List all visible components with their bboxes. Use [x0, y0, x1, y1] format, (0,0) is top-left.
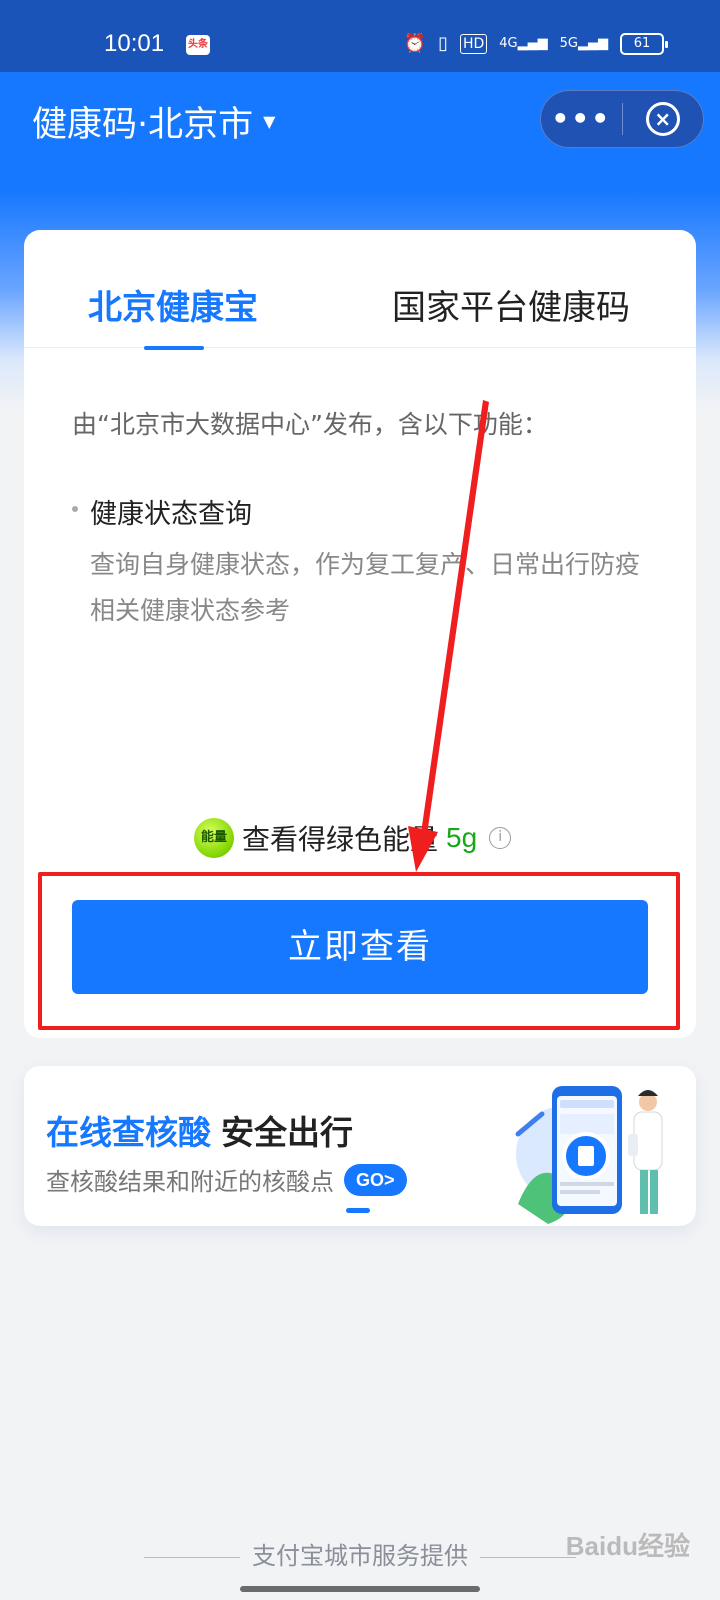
close-icon: ×: [645, 102, 680, 136]
tab-beijing-jiankangbao[interactable]: 北京健康宝: [88, 280, 258, 329]
banner-title: 在线查核酸 安全出行: [46, 1106, 353, 1154]
bullet-dot: [72, 506, 78, 512]
banner-subtitle-row: 查核酸结果和附近的核酸点 GO>: [46, 1162, 407, 1197]
view-now-button[interactable]: 立即查看: [72, 900, 648, 994]
alarm-icon: ⏰: [403, 33, 427, 54]
page-title: 健康码·北京市: [32, 105, 254, 145]
hd-icon: HD: [459, 34, 488, 54]
vibrate-icon: ▯: [438, 33, 448, 54]
footer-line-right: [479, 1556, 576, 1558]
tab-national-health-code[interactable]: 国家平台健康码: [392, 280, 630, 329]
more-button[interactable]: •••: [541, 90, 622, 148]
footer-line-left: [144, 1556, 241, 1558]
net-4g-label: 4G: [499, 36, 518, 51]
status-bar: 10:01 头条 ⏰ ▯ HD 4G▂▄▆ 5G▂▄▆ 61: [0, 0, 720, 72]
banner-subtitle: 查核酸结果和附近的核酸点: [46, 1168, 334, 1196]
miniapp-capsule: ••• ×: [540, 90, 704, 148]
doctor-phone-illustration: [515, 1086, 663, 1224]
feature-description: 查询自身健康状态，作为复工复产、日常出行防疫相关健康状态参考: [90, 550, 641, 625]
energy-value: 5g: [446, 822, 478, 853]
battery-icon: 61: [620, 33, 668, 55]
baidu-watermark: Baidu经验: [565, 1531, 690, 1561]
energy-icon: 能量: [194, 818, 234, 858]
go-button[interactable]: GO>: [344, 1163, 407, 1196]
info-icon[interactable]: i: [489, 827, 512, 849]
banner-title-blue: 在线查核酸: [46, 1113, 211, 1152]
active-tab-indicator: [144, 346, 204, 350]
publisher-description: 由“北京市大数据中心”发布，含以下功能：: [72, 410, 548, 439]
caret-down-icon: ▼: [263, 112, 276, 131]
close-button[interactable]: ×: [623, 102, 704, 136]
status-time: 10:01: [104, 30, 165, 57]
signal-5g-icon: 5G▂▄▆: [559, 36, 608, 51]
feature-title: 健康状态查询: [90, 499, 252, 530]
signal-4g-icon: 4G▂▄▆: [499, 36, 548, 51]
energy-text: 查看得绿色能量: [242, 823, 439, 856]
toutiao-badge-icon: 头条: [186, 35, 210, 55]
carousel-indicator: [346, 1208, 370, 1213]
tab-bar: 北京健康宝 国家平台健康码: [24, 230, 696, 350]
energy-reward: 能量 查看得绿色能量 5g i: [194, 818, 512, 858]
footer-text: 支付宝城市服务提供: [252, 1542, 468, 1570]
banner-title-dark: 安全出行: [221, 1113, 353, 1152]
net-5g-label: 5G: [559, 36, 578, 51]
status-icons: ⏰ ▯ HD 4G▂▄▆ 5G▂▄▆ 61: [403, 32, 668, 56]
home-indicator[interactable]: [240, 1586, 480, 1592]
nucleic-acid-banner[interactable]: 在线查核酸 安全出行 查核酸结果和附近的核酸点 GO>: [24, 1066, 696, 1226]
city-selector[interactable]: 健康码·北京市 ▼: [32, 96, 275, 147]
